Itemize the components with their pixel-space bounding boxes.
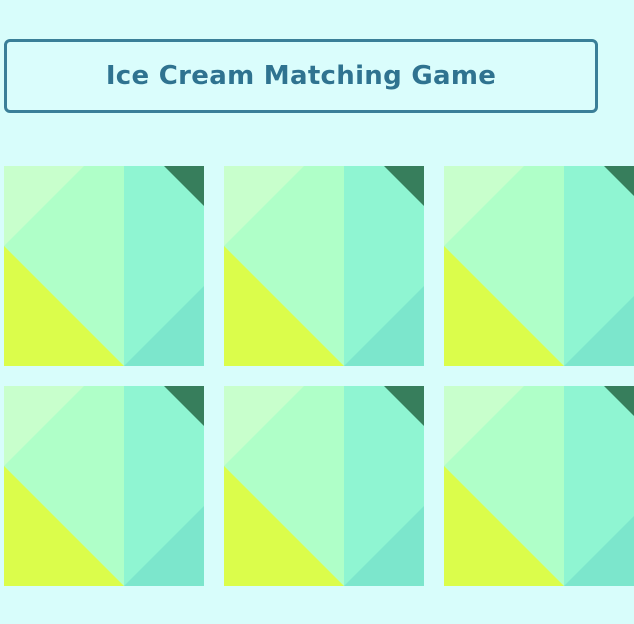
card-back-pattern bbox=[444, 166, 634, 366]
card-back-pattern bbox=[4, 386, 204, 586]
game-title: Ice Cream Matching Game bbox=[105, 61, 497, 91]
memory-card[interactable] bbox=[4, 166, 204, 366]
card-back-pattern bbox=[224, 166, 424, 366]
memory-card[interactable] bbox=[444, 166, 634, 366]
card-back-pattern bbox=[444, 386, 634, 586]
memory-card[interactable] bbox=[444, 386, 634, 586]
memory-card[interactable] bbox=[224, 386, 424, 586]
memory-card[interactable] bbox=[4, 386, 204, 586]
card-back-pattern bbox=[224, 386, 424, 586]
card-grid bbox=[4, 166, 634, 586]
card-back-pattern bbox=[4, 166, 204, 366]
title-banner: Ice Cream Matching Game bbox=[4, 39, 598, 113]
memory-card[interactable] bbox=[224, 166, 424, 366]
